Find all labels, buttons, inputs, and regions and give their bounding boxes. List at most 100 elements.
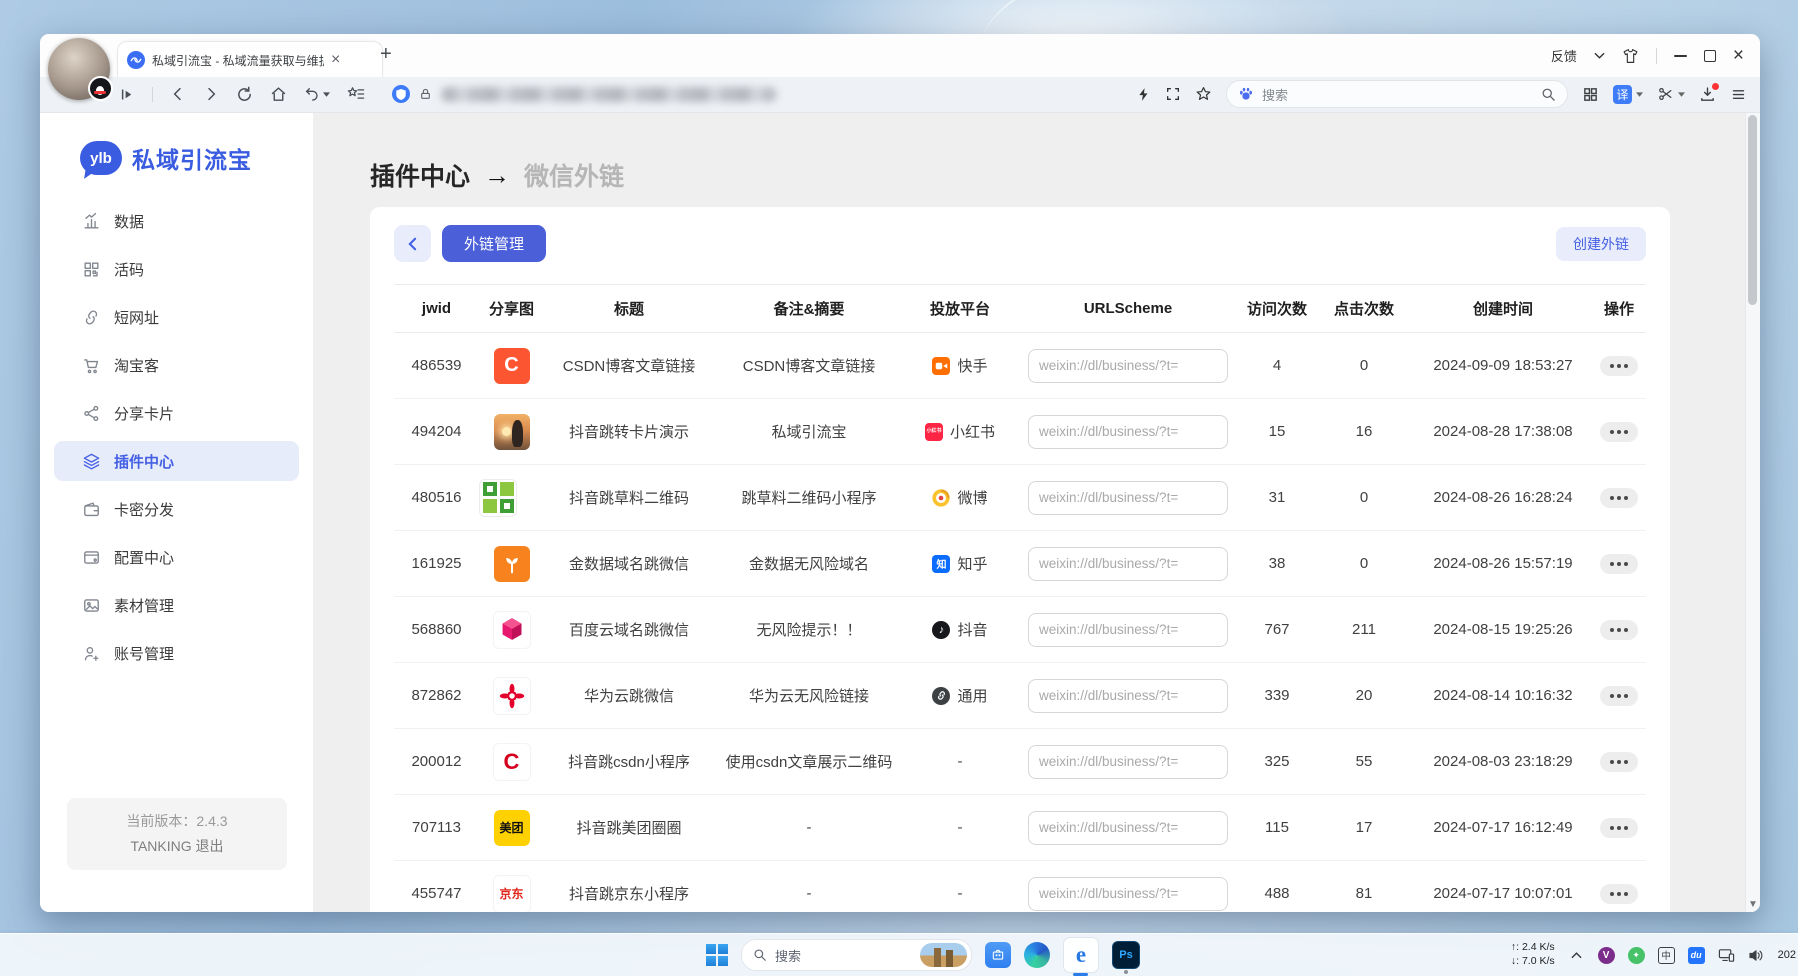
browser-tab[interactable]: 私域引流宝 - 私域流量获取与维护 ×: [117, 41, 383, 78]
window-close-button[interactable]: ×: [1733, 46, 1744, 65]
sidebar-item-短网址[interactable]: 短网址: [54, 297, 299, 337]
edge-browser-icon[interactable]: [1024, 942, 1050, 968]
urlscheme-input[interactable]: [1028, 679, 1228, 713]
cast-devices-icon[interactable]: [1718, 947, 1735, 964]
cell-clicks: 16: [1314, 423, 1414, 440]
cell-note: 跳草料二维码小程序: [714, 487, 904, 508]
row-actions-button[interactable]: [1600, 620, 1638, 640]
favorite-star-icon[interactable]: [1195, 86, 1212, 102]
sidebar-item-素材管理[interactable]: 素材管理: [54, 585, 299, 625]
page-scrollbar[interactable]: ▼: [1745, 113, 1760, 912]
cell-jwid: 707113: [394, 819, 479, 836]
sidebar-item-数据[interactable]: 数据: [54, 201, 299, 241]
volume-icon[interactable]: [1748, 947, 1765, 964]
translate-icon[interactable]: 译: [1613, 85, 1643, 104]
urlscheme-input[interactable]: [1028, 811, 1228, 845]
cell-platform: 快手: [904, 355, 1016, 376]
input-method-icon[interactable]: 中: [1658, 947, 1675, 964]
table-body: 486539CCSDN博客文章链接CSDN博客文章链接快手402024-09-0…: [394, 333, 1646, 912]
tray-expand-chevron-icon[interactable]: [1568, 947, 1585, 964]
clock-partial[interactable]: 202: [1778, 949, 1796, 961]
sidebar-item-淘宝客[interactable]: 淘宝客: [54, 345, 299, 385]
browser-profile-avatar[interactable]: [48, 38, 110, 100]
forward-icon[interactable]: [203, 86, 219, 102]
row-actions-button[interactable]: [1600, 818, 1638, 838]
back-button[interactable]: [394, 225, 431, 262]
image-icon: [81, 595, 101, 615]
urlscheme-input[interactable]: [1028, 349, 1228, 383]
taskbar-search-box[interactable]: 搜索: [741, 939, 972, 971]
sidebar-item-label: 配置中心: [114, 547, 174, 568]
cell-clicks: 81: [1314, 885, 1414, 902]
reload-icon[interactable]: [236, 86, 253, 103]
sidebar-item-分享卡片[interactable]: 分享卡片: [54, 393, 299, 433]
share-image-photo-icon: [494, 414, 530, 450]
undo-icon[interactable]: [304, 86, 330, 102]
cell-title: 抖音跳csdn小程序: [544, 751, 714, 772]
sidebar-item-账号管理[interactable]: 账号管理: [54, 633, 299, 673]
cell-title: 抖音跳美团圈圈: [544, 817, 714, 838]
baidu-ime-icon[interactable]: du: [1688, 947, 1705, 964]
address-bar[interactable]: [392, 77, 777, 111]
row-actions-button[interactable]: [1600, 356, 1638, 376]
flash-boost-icon[interactable]: [1137, 87, 1151, 102]
tab-link-management[interactable]: 外链管理: [442, 225, 546, 262]
urlscheme-input[interactable]: [1028, 415, 1228, 449]
screenshot-icon[interactable]: [1165, 86, 1181, 102]
sidebar-item-插件中心[interactable]: 插件中心: [54, 441, 299, 481]
sidebar-toggle-icon[interactable]: [120, 87, 135, 102]
apps-grid-icon[interactable]: [1582, 86, 1599, 103]
back-icon[interactable]: [170, 86, 186, 102]
generic-link-icon: [932, 687, 950, 705]
favorites-icon[interactable]: [347, 86, 365, 102]
url-text-redacted[interactable]: [441, 87, 777, 102]
urlscheme-input[interactable]: [1028, 613, 1228, 647]
row-actions-button[interactable]: [1600, 686, 1638, 706]
scissors-capture-icon[interactable]: [1657, 86, 1685, 102]
network-speed[interactable]: ↑: 2.4 K/s↓: 7.0 K/s: [1511, 941, 1555, 968]
qq-badge-icon: [88, 76, 113, 101]
create-link-button[interactable]: 创建外链: [1556, 227, 1646, 261]
sidebar-item-label: 数据: [114, 211, 144, 232]
feedback-chevron-icon[interactable]: [1594, 52, 1605, 59]
sidebar-item-活码[interactable]: 活码: [54, 249, 299, 289]
feedback-button[interactable]: 反馈: [1551, 46, 1577, 65]
cell-visits: 488: [1240, 885, 1314, 902]
row-actions-button[interactable]: [1600, 422, 1638, 442]
window-minimize-button[interactable]: [1674, 55, 1687, 57]
home-icon[interactable]: [270, 86, 287, 103]
site-safety-shield-icon[interactable]: [392, 85, 410, 103]
cell-jwid: 486539: [394, 357, 479, 374]
start-button-icon[interactable]: [706, 944, 728, 966]
urlscheme-input[interactable]: [1028, 877, 1228, 911]
theme-shirt-icon[interactable]: [1622, 48, 1639, 64]
scrollbar-thumb[interactable]: [1748, 115, 1757, 305]
row-actions-button[interactable]: [1600, 884, 1638, 904]
browser-search-box[interactable]: 搜索: [1226, 80, 1568, 108]
scrollbar-down-arrow[interactable]: ▼: [1746, 899, 1760, 910]
tab-close-icon[interactable]: ×: [331, 52, 340, 68]
cell-clicks: 0: [1314, 555, 1414, 572]
urlscheme-input[interactable]: [1028, 547, 1228, 581]
row-actions-button[interactable]: [1600, 488, 1638, 508]
table-row: 872862华为云跳微信华为云无风险链接通用339202024-08-14 10…: [394, 663, 1646, 729]
menu-icon[interactable]: [1730, 87, 1747, 102]
downloads-icon[interactable]: [1699, 86, 1716, 103]
tray-app-v-icon[interactable]: V: [1598, 947, 1615, 964]
microsoft-store-icon[interactable]: [985, 942, 1011, 968]
row-actions-button[interactable]: [1600, 554, 1638, 574]
new-tab-button[interactable]: +: [380, 43, 392, 66]
photoshop-icon[interactable]: Ps: [1112, 941, 1140, 969]
row-actions-button[interactable]: [1600, 752, 1638, 772]
urlscheme-input[interactable]: [1028, 745, 1228, 779]
window-maximize-button[interactable]: [1704, 50, 1716, 62]
cell-jwid: 568860: [394, 621, 479, 638]
platform-label: 抖音: [957, 619, 987, 640]
sidebar-item-配置中心[interactable]: 配置中心: [54, 537, 299, 577]
sidebar-item-卡密分发[interactable]: 卡密分发: [54, 489, 299, 529]
app-sidebar: ylb 私域引流宝 数据活码短网址淘宝客分享卡片插件中心卡密分发配置中心素材管理…: [40, 113, 313, 912]
logout-link[interactable]: 退出: [196, 838, 224, 854]
active-browser-icon[interactable]: e: [1063, 937, 1099, 973]
urlscheme-input[interactable]: [1028, 481, 1228, 515]
tray-app-green-icon[interactable]: ✦: [1628, 947, 1645, 964]
